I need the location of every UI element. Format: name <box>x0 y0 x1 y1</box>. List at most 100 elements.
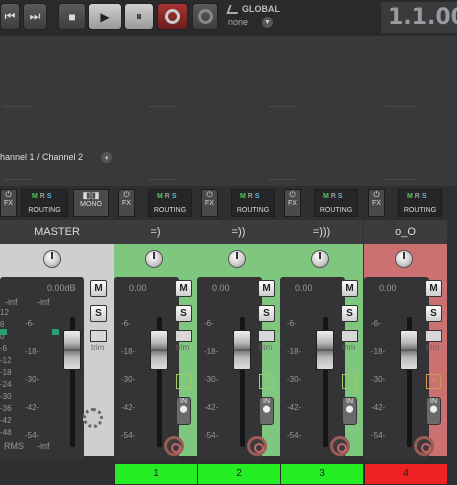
track-routing-button[interactable]: M R S ROUTING <box>148 189 192 217</box>
stop-button[interactable]: ■ <box>58 3 86 30</box>
track-record-arm-button[interactable] <box>330 436 350 456</box>
master-name[interactable]: MASTER <box>0 220 114 244</box>
stop-icon: ■ <box>68 9 76 24</box>
meter-scale-label: -42- <box>204 403 219 412</box>
track-fx-button[interactable]: ⏻ FX <box>118 189 135 217</box>
track-name[interactable]: =)) <box>197 220 280 244</box>
track-phase-button[interactable]: > <box>176 374 191 389</box>
meter-scale-label: -42- <box>121 403 136 412</box>
track-phase-button[interactable]: > <box>426 374 441 389</box>
track-routing-button[interactable]: M R S ROUTING <box>314 189 358 217</box>
channel-selector-icon[interactable]: ◖ <box>101 152 112 163</box>
meter-scale-label: -18- <box>25 347 40 356</box>
master-fx-button[interactable]: ⏻ FX <box>0 189 17 217</box>
track-number[interactable]: 1 <box>114 464 197 484</box>
master-fader[interactable] <box>63 330 81 370</box>
track-meter-area: 0.00 -6- -18- -30- -42- -54- <box>364 277 429 460</box>
meter-scale-label: -54- <box>287 431 302 440</box>
repeat-button[interactable] <box>192 3 218 30</box>
master-routing-button[interactable]: M R S ROUTING <box>21 189 68 217</box>
track-fx-button[interactable]: ⏻ FX <box>368 189 385 217</box>
track-fader[interactable] <box>233 330 251 370</box>
meter-scale-label: -12 <box>0 356 12 365</box>
track-peak-value: 0.00 <box>379 283 397 293</box>
gear-icon[interactable] <box>83 408 103 428</box>
track-trim-icon[interactable] <box>341 330 358 342</box>
meter-scale-label: -30- <box>287 375 302 384</box>
chevron-down-icon[interactable]: ▼ <box>262 17 273 28</box>
track-fx-button[interactable]: ⏻ FX <box>201 189 218 217</box>
mixer: ⏻ FX M R S ROUTING ◧◨ MONO MASTER 0.00dB… <box>0 186 457 485</box>
time-display[interactable]: 1.1.00 <box>381 2 457 33</box>
track-number[interactable]: 2 <box>197 464 280 484</box>
divider <box>386 179 416 180</box>
track-input-button[interactable]: IN ⬤ <box>176 397 191 425</box>
track-pan-knob[interactable] <box>228 250 246 268</box>
track-solo-button[interactable]: S <box>425 305 442 322</box>
track-input-button[interactable]: IN ⬤ <box>259 397 274 425</box>
track-solo-button[interactable]: S <box>175 305 192 322</box>
master-trim-icon[interactable] <box>90 330 107 342</box>
record-button[interactable] <box>157 3 188 30</box>
track-peak-value: 0.00 <box>129 283 147 293</box>
track-mute-button[interactable]: M <box>175 280 192 297</box>
track-mute-button[interactable]: M <box>341 280 358 297</box>
master-solo-button[interactable]: S <box>90 305 107 322</box>
master-pan-knob[interactable] <box>43 250 61 268</box>
master-mono-button[interactable]: ◧◨ MONO <box>73 189 109 217</box>
track-solo-button[interactable]: S <box>341 305 358 322</box>
meter-scale-label: -18- <box>121 347 136 356</box>
track-fader[interactable] <box>316 330 334 370</box>
next-button[interactable]: ⏭ <box>23 3 47 30</box>
master-trim-label: trim <box>91 343 105 352</box>
track-name[interactable]: =))) <box>280 220 363 244</box>
track-routing-button[interactable]: M R S ROUTING <box>231 189 275 217</box>
track-trim-icon[interactable] <box>175 330 192 342</box>
meter-scale-label: 12 <box>0 308 9 317</box>
track-trim-icon[interactable] <box>258 330 275 342</box>
prev-button[interactable]: ⏮ <box>0 3 20 30</box>
track-fader[interactable] <box>150 330 168 370</box>
track-input-button[interactable]: IN ⬤ <box>342 397 357 425</box>
master-meter-led <box>52 329 59 335</box>
master-strip: ⏻ FX M R S ROUTING ◧◨ MONO MASTER 0.00dB… <box>0 186 114 485</box>
track-pan-knob[interactable] <box>145 250 163 268</box>
track-input-button[interactable]: IN ⬤ <box>426 397 441 425</box>
track-pan-knob[interactable] <box>311 250 329 268</box>
meter-scale-label: -18- <box>204 347 219 356</box>
pause-button[interactable]: ⏸ <box>124 3 154 30</box>
track-io-row: ⏻ FX M R S ROUTING <box>364 186 447 220</box>
track-phase-button[interactable]: > <box>259 374 274 389</box>
power-icon: ⏻ <box>123 190 130 199</box>
track-body: 0.00 -6- -18- -30- -42- -54- M S trim > IN ⬤ <box>197 244 280 460</box>
track-record-arm-button[interactable] <box>414 436 434 456</box>
record-icon <box>165 9 180 24</box>
track-mute-button[interactable]: M <box>258 280 275 297</box>
track-number[interactable]: 4 <box>364 464 447 484</box>
track-io-row: ⏻ FX M R S ROUTING <box>197 186 280 220</box>
play-button[interactable]: ▶ <box>88 3 122 30</box>
divider <box>148 106 178 107</box>
repeat-icon <box>197 9 213 24</box>
track-record-arm-button[interactable] <box>164 436 184 456</box>
track-routing-button[interactable]: M R S ROUTING <box>398 189 442 217</box>
track-mute-button[interactable]: M <box>425 280 442 297</box>
track-name[interactable]: =) <box>114 220 197 244</box>
meter-scale-label: -30 <box>0 392 12 401</box>
track-number[interactable]: 3 <box>280 464 363 484</box>
track-phase-button[interactable]: > <box>342 374 357 389</box>
track-name[interactable]: o_O <box>364 220 447 244</box>
transport-bar: ⏮ ⏭ ■ ▶ ⏸ GLOBAL none ▼ 1.1.00 <box>0 0 457 36</box>
track-pan-knob[interactable] <box>395 250 413 268</box>
meter-scale-label: -54- <box>25 431 40 440</box>
meter-scale-label: -30- <box>371 375 386 384</box>
track-fx-button[interactable]: ⏻ FX <box>284 189 301 217</box>
track-trim-icon[interactable] <box>425 330 442 342</box>
track-fader[interactable] <box>400 330 418 370</box>
track-record-arm-button[interactable] <box>247 436 267 456</box>
track-trim-label: trim <box>176 343 190 352</box>
meter-scale-label: -30- <box>121 375 136 384</box>
track-solo-button[interactable]: S <box>258 305 275 322</box>
master-mute-button[interactable]: M <box>90 280 107 297</box>
track-strip: ⏻ FX M R S ROUTING o_O 0.00 -6- -18- -30- -… <box>364 186 447 485</box>
